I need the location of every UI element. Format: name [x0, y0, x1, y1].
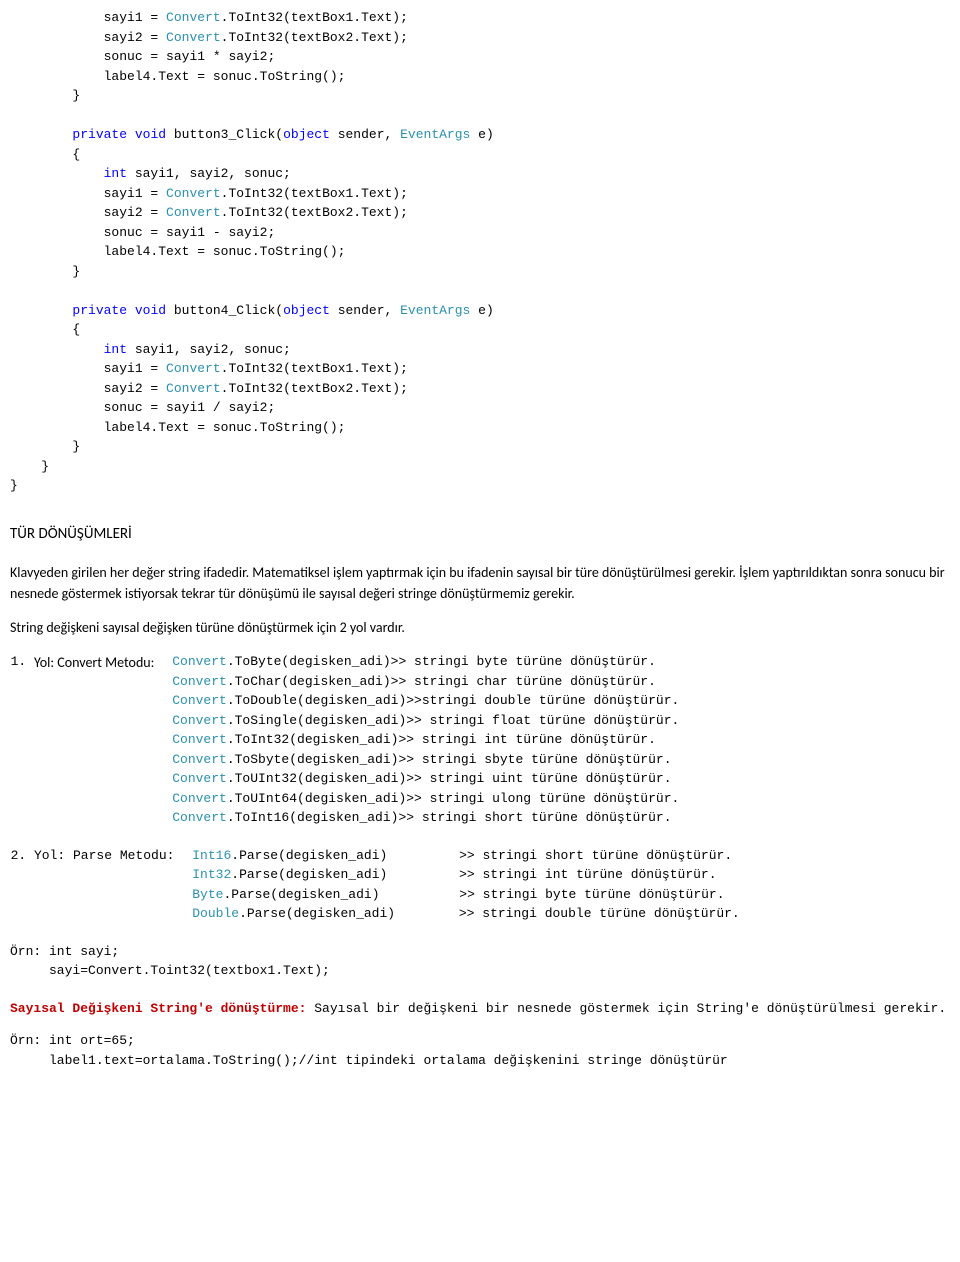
example-code: Örn: int sayi; sayi=Convert.Toint32(text…: [10, 942, 950, 981]
convert-methods: Convert.ToByte(degisken_adi)>> stringi b…: [172, 652, 679, 828]
methods-list: Yol: Convert Metodu: Convert.ToByte(degi…: [10, 652, 950, 924]
paragraph: String değişkeni sayısal değişken türüne…: [10, 618, 950, 638]
section-heading: TÜR DÖNÜŞÜMLERİ: [10, 524, 950, 546]
list-item: Yol: Convert Metodu: Convert.ToByte(degi…: [34, 652, 950, 828]
code-block: sayi1 = Convert.ToInt32(textBox1.Text); …: [10, 8, 950, 496]
method-label: Yol: Convert Metodu:: [34, 652, 164, 673]
example-code: Örn: int ort=65; label1.text=ortalama.To…: [10, 1031, 950, 1070]
method-label: Yol: Parse Metodu:: [34, 846, 184, 866]
paragraph: Klavyeden girilen her değer string ifade…: [10, 563, 950, 604]
parse-methods: Int16.Parse(degisken_adi) >> stringi sho…: [192, 846, 739, 924]
list-item: Yol: Parse Metodu: Int16.Parse(degisken_…: [34, 846, 950, 924]
section-title: Sayısal Değişkeni String'e dönüştürme: S…: [10, 999, 950, 1019]
